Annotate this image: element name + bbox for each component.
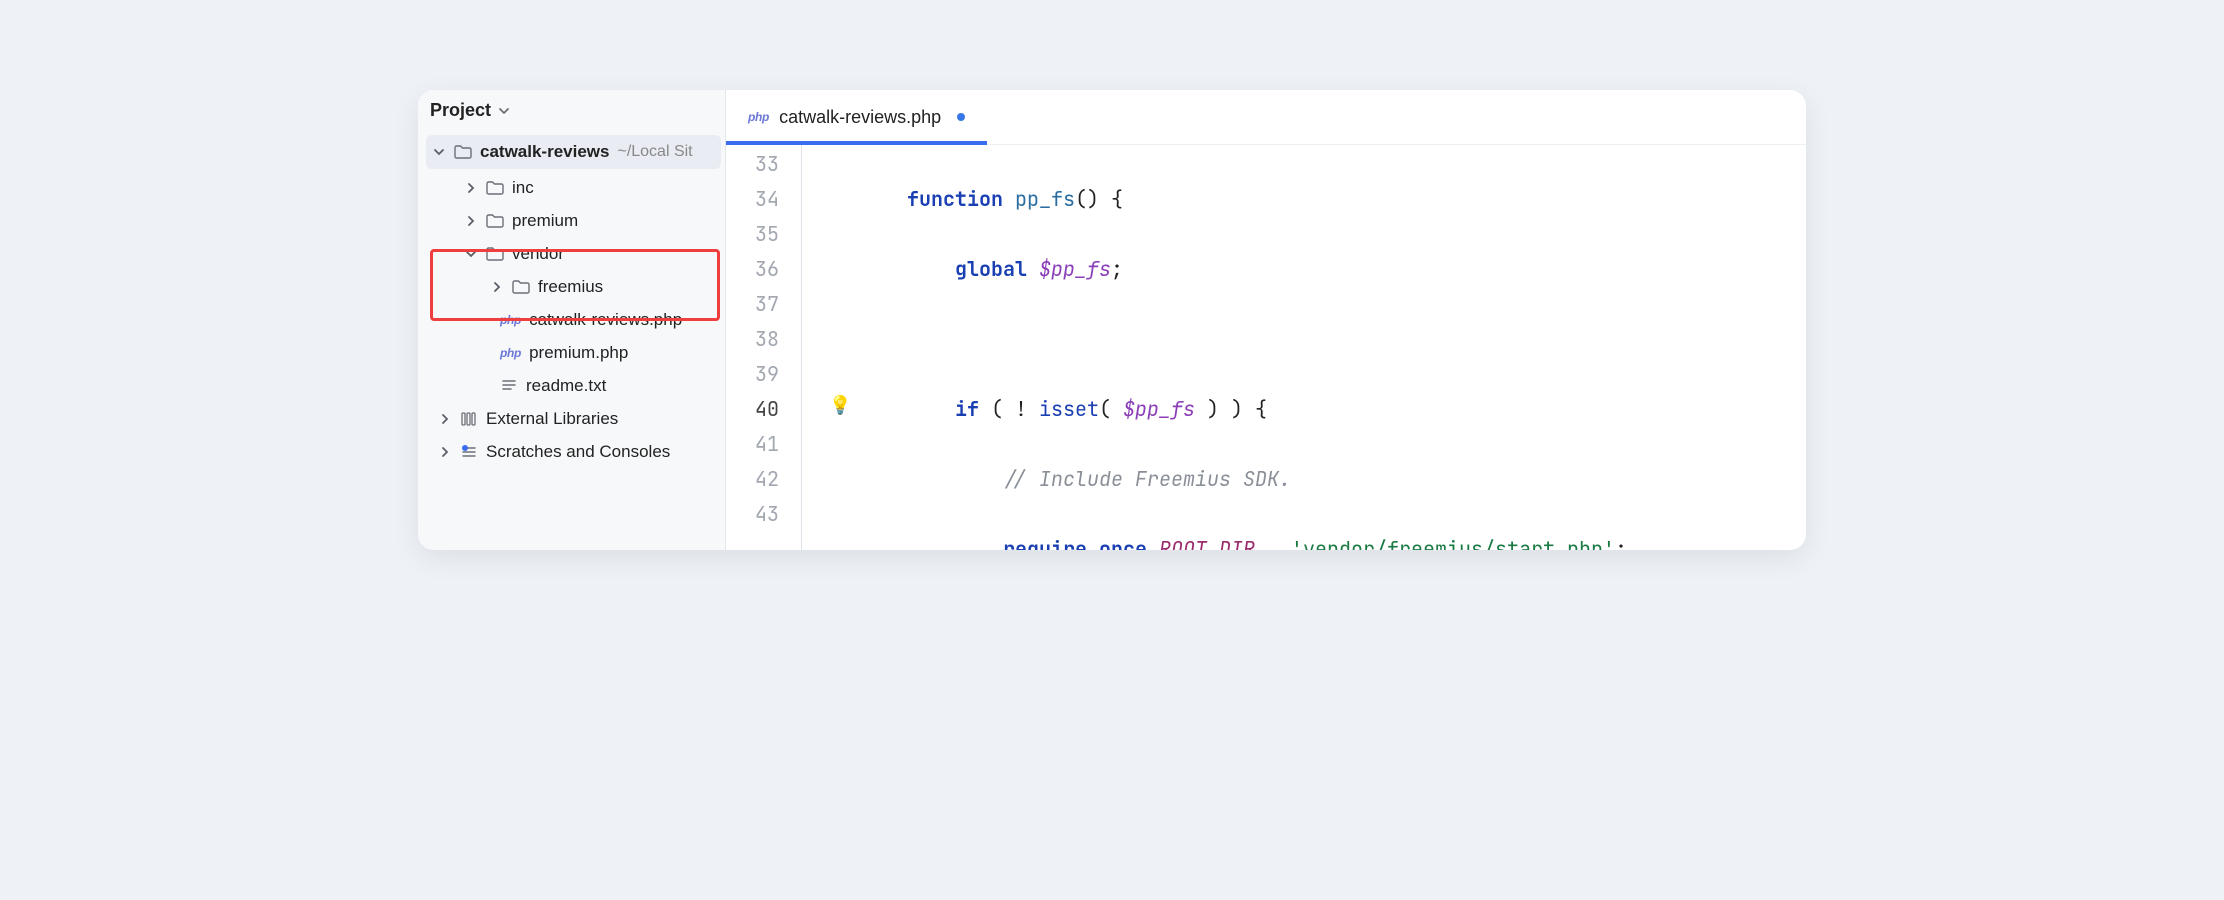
folder-icon xyxy=(486,213,504,229)
tab-bar: php catwalk-reviews.php xyxy=(726,90,1806,145)
php-file-icon: php xyxy=(748,110,769,124)
tree-folder-label: inc xyxy=(512,178,534,198)
chevron-right-icon xyxy=(490,281,504,293)
tree-folder-label: premium xyxy=(512,211,578,231)
tree-folder-inc[interactable]: inc xyxy=(422,171,725,204)
intention-bulb-icon[interactable]: 💡 xyxy=(829,394,851,417)
project-panel-header[interactable]: Project xyxy=(418,90,725,131)
line-gutter: 33 34 35 36 37 38 39 40 41 42 43 xyxy=(726,145,791,550)
line-number: 39 xyxy=(726,357,779,392)
libraries-icon xyxy=(460,411,478,427)
tree-folder-premium[interactable]: premium xyxy=(422,204,725,237)
tree-root-hint: ~/Local Sit xyxy=(617,143,692,161)
line-number: 33 xyxy=(726,147,779,182)
unsaved-indicator-icon xyxy=(957,113,965,121)
folder-icon xyxy=(512,279,530,295)
code-line[interactable] xyxy=(859,322,1806,357)
folder-icon xyxy=(486,180,504,196)
code-line[interactable]: // Include Freemius SDK. xyxy=(859,462,1806,497)
fold-strip xyxy=(791,145,823,550)
chevron-right-icon xyxy=(464,215,478,227)
project-tree: catwalk-reviews ~/Local Sit inc xyxy=(418,131,725,468)
line-number: 41 xyxy=(726,427,779,462)
tree-folder-label: vendor xyxy=(512,244,564,264)
scratches-icon xyxy=(460,444,478,460)
code-lines[interactable]: function pp_fs() { global $pp_fs; if ( !… xyxy=(859,145,1806,550)
tree-folder-freemius[interactable]: freemius xyxy=(422,270,725,303)
chevron-down-icon xyxy=(497,104,511,118)
folder-icon xyxy=(486,246,504,262)
tree-root-label: catwalk-reviews xyxy=(480,142,609,162)
line-number: 34 xyxy=(726,182,779,217)
chevron-down-icon xyxy=(432,146,446,158)
gutter-icons: 💡 xyxy=(823,145,859,550)
line-number: 40 xyxy=(726,392,779,427)
code-line[interactable]: function pp_fs() { xyxy=(859,182,1806,217)
tree-file-label: premium.php xyxy=(529,343,628,363)
php-file-icon: php xyxy=(500,346,521,360)
editor-pane: php catwalk-reviews.php 33 34 35 36 37 3… xyxy=(726,90,1806,550)
code-editor[interactable]: 33 34 35 36 37 38 39 40 41 42 43 💡 funct… xyxy=(726,145,1806,550)
text-file-icon xyxy=(500,377,518,395)
chevron-right-icon xyxy=(438,413,452,425)
tree-external-libraries[interactable]: External Libraries xyxy=(422,402,725,435)
code-line[interactable]: require_once ROOT_DIR . 'vendor/freemius… xyxy=(859,532,1806,550)
tree-label: External Libraries xyxy=(486,409,618,429)
line-number: 36 xyxy=(726,252,779,287)
tree-file-label: readme.txt xyxy=(526,376,606,396)
tab-label: catwalk-reviews.php xyxy=(779,107,941,128)
chevron-down-icon xyxy=(464,248,478,260)
folder-icon xyxy=(454,144,472,160)
chevron-right-icon xyxy=(438,446,452,458)
chevron-right-icon xyxy=(464,182,478,194)
code-line[interactable]: if ( ! isset( $pp_fs ) ) { xyxy=(859,392,1806,427)
ide-window: Project catwalk-reviews ~/Local Sit xyxy=(418,90,1806,550)
tree-scratches[interactable]: Scratches and Consoles xyxy=(422,435,725,468)
line-number: 42 xyxy=(726,462,779,497)
project-sidebar: Project catwalk-reviews ~/Local Sit xyxy=(418,90,726,550)
tree-root[interactable]: catwalk-reviews ~/Local Sit xyxy=(426,135,721,169)
tree-folder-label: freemius xyxy=(538,277,603,297)
php-file-icon: php xyxy=(500,313,521,327)
tree-file-readme[interactable]: readme.txt xyxy=(422,369,725,402)
line-number: 38 xyxy=(726,322,779,357)
line-number: 35 xyxy=(726,217,779,252)
project-panel-title: Project xyxy=(430,100,491,121)
line-number: 37 xyxy=(726,287,779,322)
tree-file-main[interactable]: php catwalk-reviews.php xyxy=(422,303,725,336)
tree-label: Scratches and Consoles xyxy=(486,442,670,462)
tree-file-label: catwalk-reviews.php xyxy=(529,310,682,330)
tree-file-premium[interactable]: php premium.php xyxy=(422,336,725,369)
tab-catwalk-reviews[interactable]: php catwalk-reviews.php xyxy=(726,90,987,144)
tree-folder-vendor[interactable]: vendor xyxy=(422,237,725,270)
code-line[interactable]: global $pp_fs; xyxy=(859,252,1806,287)
line-number: 43 xyxy=(726,497,779,532)
